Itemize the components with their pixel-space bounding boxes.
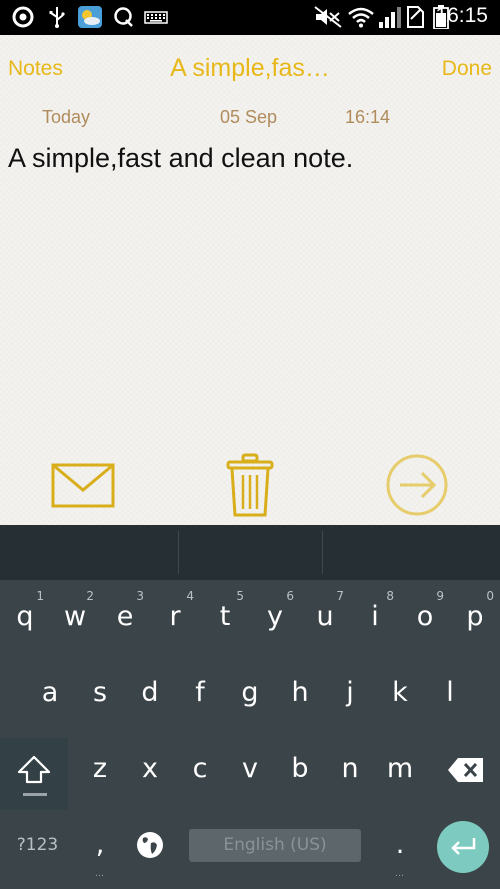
period-key[interactable]: . … bbox=[375, 811, 425, 883]
key-k[interactable]: k bbox=[375, 659, 425, 731]
note-paper: Notes A simple,fas… Done Today 05 Sep 16… bbox=[0, 35, 500, 525]
key-e[interactable]: 3e bbox=[100, 583, 150, 655]
keyboard-icon bbox=[144, 11, 168, 24]
backspace-key[interactable] bbox=[438, 735, 494, 807]
key-a[interactable]: a bbox=[25, 659, 75, 731]
key-b[interactable]: b bbox=[275, 735, 325, 807]
key-c[interactable]: c bbox=[175, 735, 225, 807]
mute-icon bbox=[314, 6, 342, 28]
key-u[interactable]: 7u bbox=[300, 583, 350, 655]
note-day: Today bbox=[42, 107, 91, 127]
search-q-icon bbox=[114, 7, 133, 27]
key-w[interactable]: 2w bbox=[50, 583, 100, 655]
key-j[interactable]: j bbox=[325, 659, 375, 731]
key-s[interactable]: s bbox=[75, 659, 125, 731]
key-m[interactable]: m bbox=[375, 735, 425, 807]
key-i[interactable]: 8i bbox=[350, 583, 400, 655]
key-h[interactable]: h bbox=[275, 659, 325, 731]
key-z[interactable]: z bbox=[75, 735, 125, 807]
status-bar: 16:15 bbox=[0, 0, 500, 35]
key-n[interactable]: n bbox=[325, 735, 375, 807]
wifi-icon bbox=[348, 7, 374, 28]
weather-icon bbox=[78, 6, 102, 28]
key-g[interactable]: g bbox=[225, 659, 275, 731]
suggestion-slot[interactable] bbox=[179, 525, 322, 580]
note-title: A simple,fas… bbox=[170, 54, 330, 82]
note-time: 16:14 bbox=[345, 107, 391, 127]
backspace-icon bbox=[448, 758, 483, 782]
language-key[interactable] bbox=[125, 811, 175, 883]
comma-key[interactable]: , … bbox=[75, 811, 125, 883]
key-y[interactable]: 6y bbox=[250, 583, 300, 655]
key-v[interactable]: v bbox=[225, 735, 275, 807]
note-date: 05 Sep bbox=[220, 107, 278, 127]
send-icon[interactable] bbox=[385, 453, 449, 517]
shift-arrow-icon bbox=[17, 755, 51, 784]
signal-icon bbox=[379, 7, 401, 28]
key-q[interactable]: 1q bbox=[0, 583, 50, 655]
globe-icon bbox=[137, 832, 163, 858]
space-bar[interactable]: English (US) bbox=[189, 829, 361, 862]
suggestion-slot[interactable] bbox=[323, 525, 500, 580]
soft-keyboard: 1q 2w 3e 4r 5t 6y 7u 8i 9o 0p a s d f g … bbox=[0, 525, 500, 889]
usb-icon bbox=[49, 7, 65, 28]
enter-arrow-icon bbox=[451, 838, 476, 855]
symbols-key[interactable]: ?123 bbox=[0, 815, 75, 875]
enter-key[interactable] bbox=[437, 821, 489, 873]
key-t[interactable]: 5t bbox=[200, 583, 250, 655]
key-r[interactable]: 4r bbox=[150, 583, 200, 655]
shift-key[interactable] bbox=[0, 738, 68, 810]
key-l[interactable]: l bbox=[425, 659, 475, 731]
done-button[interactable]: Done bbox=[442, 57, 492, 81]
suggestion-slot[interactable] bbox=[0, 525, 178, 580]
key-d[interactable]: d bbox=[125, 659, 175, 731]
key-o[interactable]: 9o bbox=[400, 583, 450, 655]
key-p[interactable]: 0p bbox=[450, 583, 500, 655]
mail-icon[interactable] bbox=[51, 463, 115, 509]
key-f[interactable]: f bbox=[175, 659, 225, 731]
sync-icon bbox=[12, 6, 34, 28]
key-x[interactable]: x bbox=[125, 735, 175, 807]
suggestion-bar bbox=[0, 525, 500, 580]
no-sim-icon bbox=[407, 6, 424, 28]
trash-icon[interactable] bbox=[225, 453, 275, 519]
status-time: 16:15 bbox=[435, 4, 488, 27]
note-text-area[interactable]: A simple,fast and clean note. bbox=[8, 143, 492, 174]
